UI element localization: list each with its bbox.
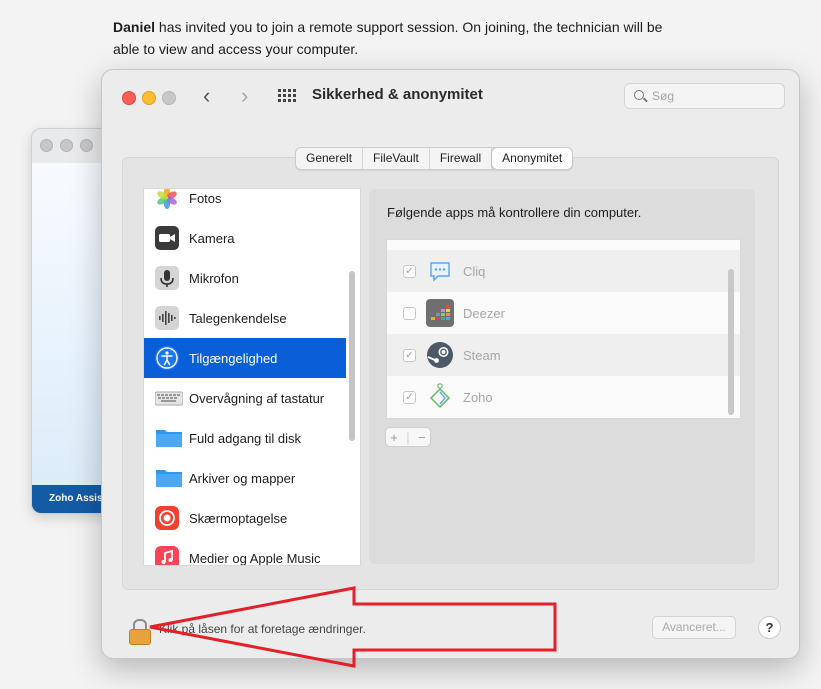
sidebar-item-label: Tilgængelighed	[189, 350, 278, 366]
app-name: Deezer	[463, 305, 505, 321]
system-preferences-window: ‹ › Sikkerhed & anonymitet Søg Generelt …	[101, 69, 800, 659]
pane-description: Følgende apps må kontrollere din compute…	[387, 205, 642, 220]
app-row-cliq[interactable]: ✓ Cliq	[387, 250, 740, 292]
tab-generelt[interactable]: Generelt	[296, 148, 364, 169]
sidebar-item-medier-og-apple-music[interactable]: Medier og Apple Music	[144, 538, 346, 566]
sidebar-scrollbar[interactable]	[349, 271, 355, 441]
tab-bar: Generelt FileVault Firewall Anonymitet	[295, 147, 574, 170]
steam-checkbox[interactable]: ✓	[403, 348, 416, 362]
accessibility-pane: Følgende apps må kontrollere din compute…	[369, 189, 755, 564]
window-title: Sikkerhed & anonymitet	[312, 86, 483, 103]
sidebar-item-arkiver-og-mapper[interactable]: Arkiver og mapper	[144, 458, 346, 498]
add-remove-control: + | −	[385, 427, 431, 447]
deezer-icon	[426, 299, 454, 327]
search-placeholder: Søg	[652, 89, 675, 103]
sidebar-item-fotos[interactable]: Fotos	[144, 189, 346, 218]
microphone-icon	[155, 266, 179, 290]
list-item	[387, 239, 740, 240]
sidebar-item-kamera[interactable]: Kamera	[144, 218, 346, 258]
bottom-bar: Klik på låsen for at foretage ændringer.…	[102, 605, 799, 650]
zoho-icon	[426, 383, 454, 411]
app-name: Steam	[463, 347, 501, 363]
photos-icon	[155, 189, 179, 210]
sidebar-item-label: Medier og Apple Music	[189, 550, 321, 566]
show-all-grid-icon[interactable]	[278, 89, 296, 103]
sidebar-item-label: Skærmoptagelse	[189, 510, 288, 526]
sidebar-item-label: Mikrofon	[189, 270, 239, 286]
app-name: Zoho	[463, 389, 493, 405]
sidebar-item-overvaagning-af-tastatur[interactable]: Overvågning af tastatur	[144, 378, 346, 418]
lock-icon[interactable]	[128, 619, 151, 645]
app-list-scrollbar[interactable]	[728, 269, 734, 415]
invite-message: Daniel has invited you to join a remote …	[113, 16, 683, 60]
app-row-steam[interactable]: ✓ Steam	[387, 334, 740, 376]
deezer-checkbox[interactable]	[403, 306, 416, 320]
speech-recognition-icon	[155, 306, 179, 330]
keyboard-icon	[154, 386, 184, 410]
inviter-name: Daniel	[113, 19, 156, 35]
search-field[interactable]: Søg	[624, 83, 785, 109]
steam-icon	[426, 341, 454, 369]
app-list[interactable]: ✓ Cliq Deezer ✓ Steam ✓ Zoho	[386, 239, 741, 419]
minimize-button[interactable]	[142, 91, 156, 105]
tab-anonymitet[interactable]: Anonymitet	[492, 148, 573, 169]
advanced-button[interactable]: Avanceret...	[652, 616, 736, 639]
add-app-button[interactable]: +	[390, 430, 398, 445]
music-icon	[155, 546, 179, 565]
screen-recording-icon	[155, 506, 179, 530]
zoom-button[interactable]	[162, 91, 176, 105]
camera-icon	[155, 226, 179, 250]
title-bar: ‹ › Sikkerhed & anonymitet Søg	[102, 70, 799, 124]
sidebar-item-label: Overvågning af tastatur	[189, 390, 325, 406]
sidebar-item-tilgaengelighed[interactable]: Tilgængelighed	[144, 338, 346, 378]
sidebar-item-fuld-adgang-til-disk[interactable]: Fuld adgang til disk	[144, 418, 346, 458]
accessibility-icon	[155, 346, 179, 370]
search-icon	[634, 90, 644, 100]
app-row-deezer[interactable]: Deezer	[387, 292, 740, 334]
forward-button[interactable]: ›	[241, 84, 248, 108]
help-button[interactable]: ?	[758, 616, 781, 639]
folder-icon	[155, 466, 182, 490]
cliq-icon	[426, 257, 454, 285]
back-button[interactable]: ‹	[203, 84, 210, 108]
lock-hint: Klik på låsen for at foretage ændringer.	[159, 622, 366, 636]
zoho-checkbox[interactable]: ✓	[403, 390, 416, 404]
remove-app-button[interactable]: −	[418, 430, 426, 445]
sidebar-item-mikrofon[interactable]: Mikrofon	[144, 258, 346, 298]
sidebar-item-skaermoptagelse[interactable]: Skærmoptagelse	[144, 498, 346, 538]
folder-icon	[155, 426, 182, 450]
close-button[interactable]	[122, 91, 136, 105]
tab-filevault[interactable]: FileVault	[363, 148, 430, 169]
invite-text: has invited you to join a remote support…	[113, 19, 663, 57]
sidebar-item-label: Fuld adgang til disk	[189, 430, 302, 446]
app-row-zoho[interactable]: ✓ Zoho	[387, 376, 740, 418]
window-controls	[40, 139, 93, 152]
cliq-checkbox[interactable]: ✓	[403, 264, 416, 278]
sidebar-item-label: Kamera	[189, 230, 235, 246]
sidebar-item-talegenkendelse[interactable]: Talegenkendelse	[144, 298, 346, 338]
privacy-category-list[interactable]: Fotos Kamera Mikrofon Talegenkendelse Ti…	[143, 188, 361, 566]
tab-firewall[interactable]: Firewall	[430, 148, 493, 169]
sidebar-item-label: Talegenkendelse	[189, 310, 287, 326]
app-name: Cliq	[463, 263, 486, 279]
sidebar-item-label: Fotos	[189, 190, 222, 206]
sidebar-item-label: Arkiver og mapper	[189, 470, 296, 486]
